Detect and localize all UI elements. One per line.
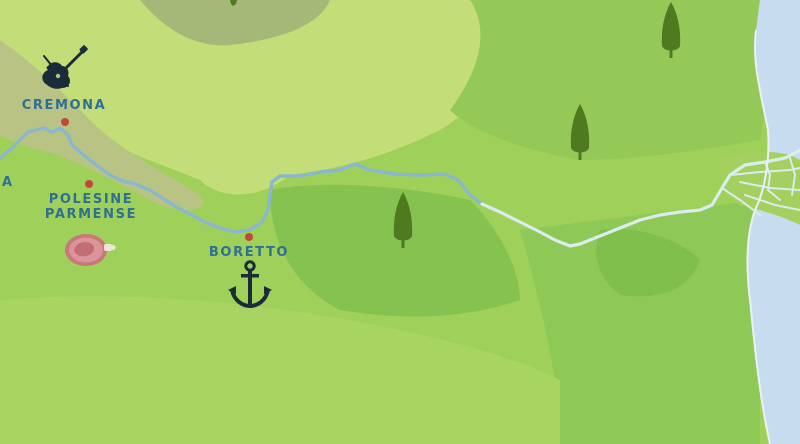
edge-label-fragment: A [2, 175, 14, 190]
city-label-polesine-line1: POLESINE [48, 192, 134, 207]
anchor-icon [228, 260, 272, 309]
city-marker-boretto[interactable] [245, 233, 253, 241]
violin-icon [42, 45, 88, 89]
map-canvas: CREMONA A POLESINE PARMENSE BORETTO [0, 0, 800, 444]
city-label-polesine-line2: PARMENSE [44, 207, 138, 222]
city-marker-cremona[interactable] [61, 118, 69, 126]
cypress-tree-icon [393, 192, 413, 248]
cypress-tree-icon [570, 104, 590, 160]
ham-icon [65, 234, 116, 266]
city-label-cremona: CREMONA [21, 98, 107, 113]
city-label-boretto: BORETTO [208, 245, 290, 260]
cypress-tree-icon [661, 2, 681, 58]
city-marker-polesine-parmense[interactable] [85, 180, 93, 188]
